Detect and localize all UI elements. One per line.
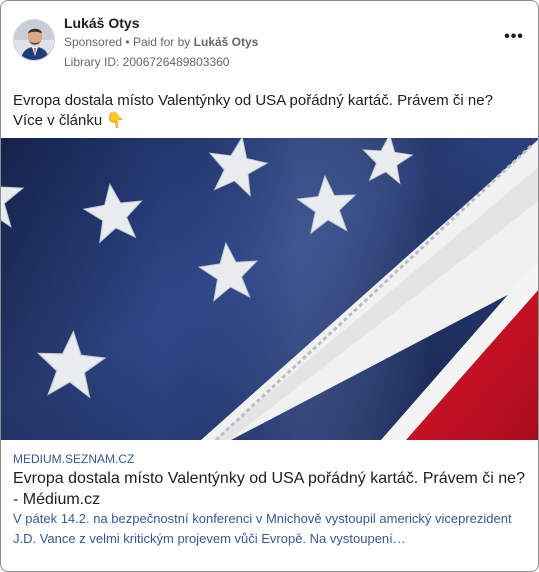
avatar-photo bbox=[14, 20, 54, 60]
avatar[interactable] bbox=[13, 19, 55, 61]
link-domain: MEDIUM.SEZNAM.CZ bbox=[13, 452, 135, 466]
ad-header: Lukáš Otys Sponsored • Paid for by Lukáš… bbox=[13, 13, 528, 71]
separator-dot: • bbox=[125, 35, 130, 49]
paid-for-name[interactable]: Lukáš Otys bbox=[194, 35, 259, 49]
pointing-down-emoji: 👇 bbox=[106, 112, 126, 129]
ad-body-text: Evropa dostala místo Valentýnky od USA p… bbox=[13, 91, 523, 131]
ad-body-copy: Evropa dostala místo Valentýnky od USA p… bbox=[13, 92, 493, 129]
more-options-button[interactable]: ••• bbox=[500, 27, 528, 47]
page-name[interactable]: Lukáš Otys bbox=[64, 15, 139, 31]
link-description: V pátek 14.2. na bezpečnostní konferenci… bbox=[13, 511, 512, 546]
sponsored-line: Sponsored • Paid for by Lukáš Otys bbox=[64, 35, 258, 49]
paid-for-prefix: Paid for by bbox=[132, 35, 191, 49]
american-flag-image bbox=[1, 138, 538, 440]
link-preview[interactable]: MEDIUM.SEZNAM.CZ Evropa dostala místo Va… bbox=[1, 440, 538, 571]
ad-card: Lukáš Otys Sponsored • Paid for by Lukáš… bbox=[0, 0, 539, 572]
library-id: Library ID: 2006726489803360 bbox=[64, 55, 230, 69]
link-headline[interactable]: Evropa dostala místo Valentýnky od USA p… bbox=[13, 468, 528, 510]
sponsored-label: Sponsored bbox=[64, 35, 123, 49]
ad-image[interactable] bbox=[1, 138, 538, 440]
more-horizontal-icon: ••• bbox=[504, 28, 524, 45]
